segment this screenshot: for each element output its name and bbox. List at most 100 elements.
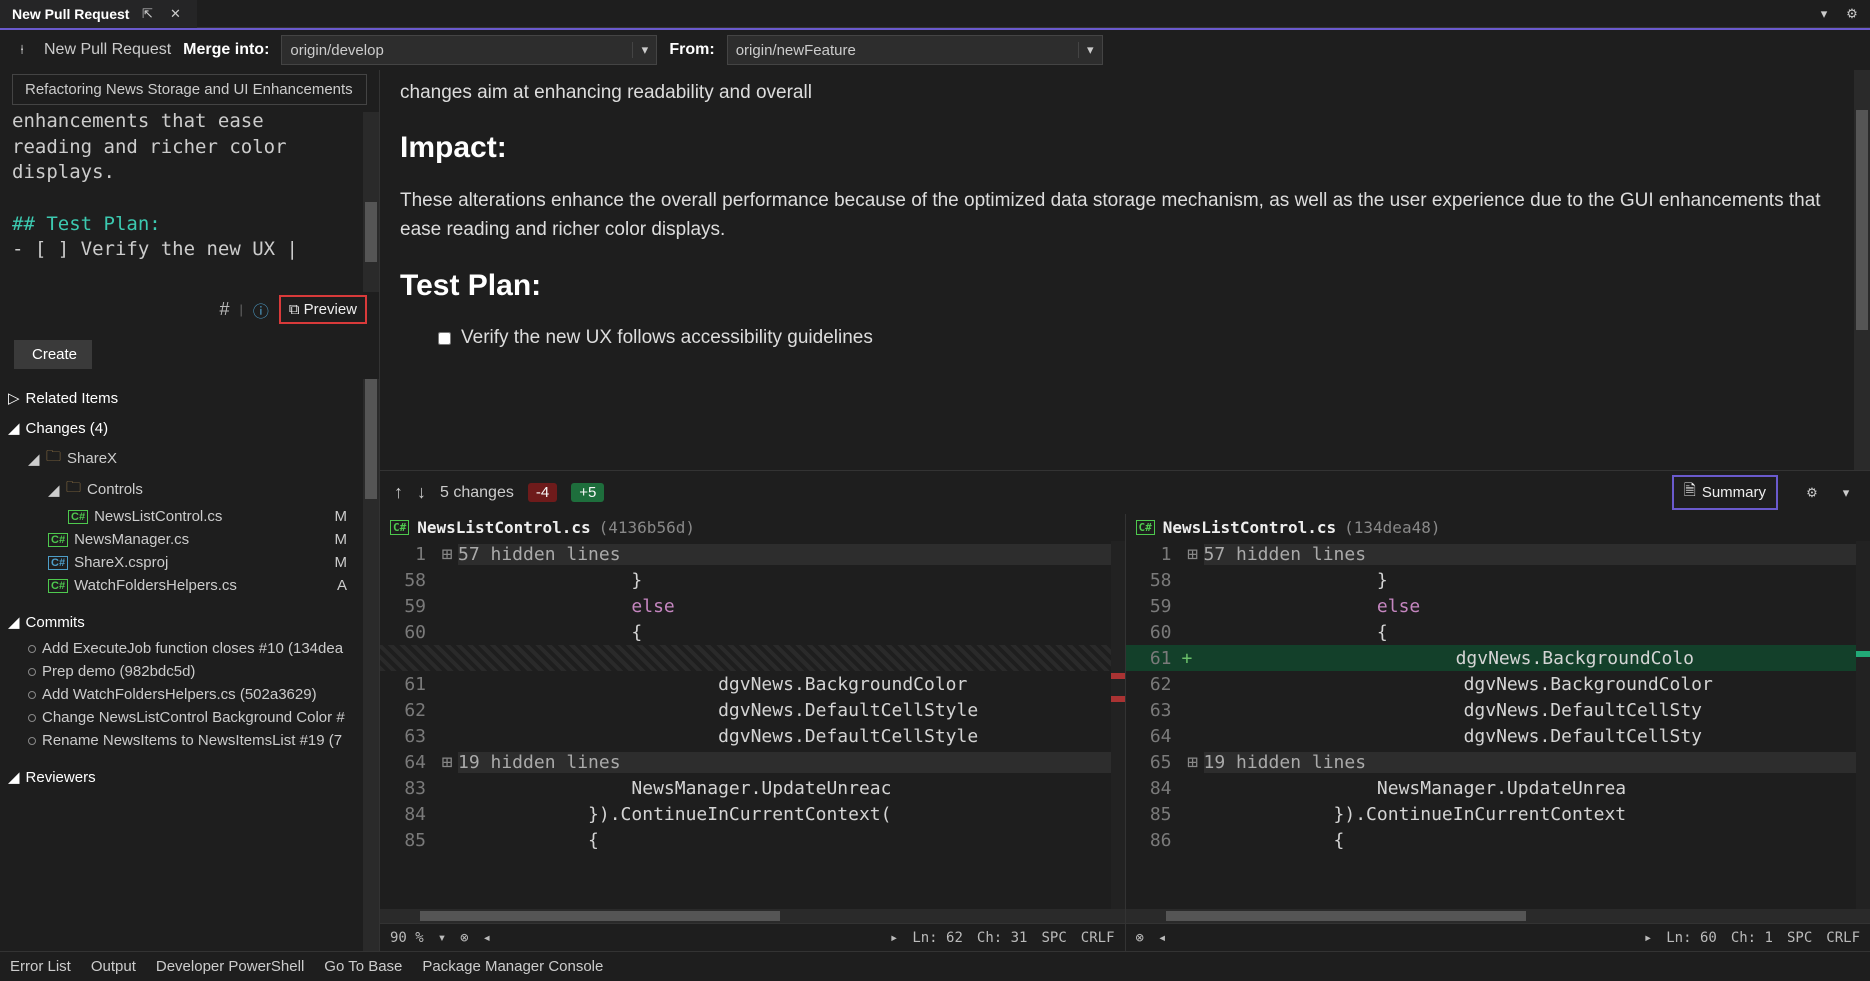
- scroll-right-icon[interactable]: ▸: [1644, 930, 1652, 946]
- folder-icon: 🗀: [66, 477, 81, 502]
- additions-badge: +5: [571, 483, 604, 502]
- git-icon: ⍿: [12, 40, 32, 60]
- diff-right-pane: C#NewsListControl.cs(134dea48) 1⊞57 hidd…: [1126, 514, 1870, 951]
- merge-into-label: Merge into:: [183, 41, 269, 59]
- from-label: From:: [669, 41, 714, 59]
- csproj-icon: C#: [48, 556, 68, 570]
- indent-mode[interactable]: SPC: [1787, 930, 1812, 946]
- preview-icon: ⧉: [289, 301, 300, 318]
- scrollbar[interactable]: [380, 909, 1125, 923]
- chevron-down-icon[interactable]: ▾: [438, 930, 446, 946]
- dropdown-icon[interactable]: ▾: [1814, 4, 1834, 24]
- chevron-down-icon[interactable]: ▾: [1078, 42, 1102, 58]
- folder-icon: 🗀: [46, 446, 61, 471]
- line-ending[interactable]: CRLF: [1081, 930, 1115, 946]
- testplan-heading: Test Plan:: [400, 263, 1850, 310]
- cursor-line: Ln: 62: [912, 930, 963, 946]
- code-editor[interactable]: 1⊞57 hidden lines 58 } 59 else 60 { 61+ …: [1126, 541, 1870, 909]
- merge-into-input[interactable]: [282, 42, 632, 59]
- info-icon[interactable]: ⓘ: [253, 298, 269, 322]
- scrollbar[interactable]: [363, 379, 379, 951]
- pr-description-editor[interactable]: enhancements that ease reading and riche…: [0, 109, 379, 289]
- cursor-line: Ln: 60: [1666, 930, 1717, 946]
- commit-dot-icon: [28, 645, 36, 653]
- tree-file[interactable]: C#NewsListControl.csM: [0, 505, 379, 528]
- tree-file[interactable]: C#ShareX.csprojM: [0, 551, 379, 574]
- commit-item[interactable]: Add ExecuteJob function closes #10 (134d…: [0, 637, 379, 660]
- csharp-icon: C#: [48, 533, 68, 547]
- commit-item[interactable]: Rename NewsItems to NewsItemsList #19 (7: [0, 729, 379, 752]
- bottom-tool-windows: Error List Output Developer PowerShell G…: [0, 951, 1870, 981]
- scroll-right-icon[interactable]: ▸: [890, 930, 898, 946]
- deletions-badge: -4: [528, 483, 557, 502]
- changes-count: 5 changes: [440, 484, 514, 502]
- impact-heading: Impact:: [400, 125, 1850, 172]
- scroll-left-icon[interactable]: ◂: [483, 930, 491, 946]
- testplan-checkbox[interactable]: [438, 332, 451, 345]
- commit-item[interactable]: Change NewsListControl Background Color …: [0, 706, 379, 729]
- next-change-button[interactable]: ↓: [417, 482, 426, 503]
- pr-toolbar: ⍿ New Pull Request Merge into: ▾ From: ▾: [0, 30, 1870, 70]
- merge-into-dropdown[interactable]: ▾: [281, 35, 657, 65]
- output-tab[interactable]: Output: [91, 958, 136, 975]
- toolbar-title: New Pull Request: [44, 41, 171, 59]
- tree-file[interactable]: C#WatchFoldersHelpers.csA: [0, 574, 379, 597]
- line-ending[interactable]: CRLF: [1826, 930, 1860, 946]
- csharp-icon: C#: [68, 510, 88, 524]
- scroll-left-icon[interactable]: ◂: [1158, 930, 1166, 946]
- commits-section[interactable]: ◢Commits: [0, 607, 379, 637]
- scrollbar[interactable]: [1854, 70, 1870, 470]
- package-manager-tab[interactable]: Package Manager Console: [422, 958, 603, 975]
- cursor-col: Ch: 1: [1731, 930, 1773, 946]
- zoom-level[interactable]: 90 %: [390, 930, 424, 946]
- document-tab[interactable]: New Pull Request ⇱ ✕: [0, 0, 197, 28]
- diff-gap: [380, 645, 1125, 671]
- pr-title-input[interactable]: [25, 81, 354, 98]
- tree-folder[interactable]: ◢🗀ShareX: [0, 443, 379, 474]
- indent-mode[interactable]: SPC: [1041, 930, 1066, 946]
- commit-item[interactable]: Prep demo (982bdc5d): [0, 660, 379, 683]
- minimap[interactable]: [1856, 541, 1870, 909]
- error-list-tab[interactable]: Error List: [10, 958, 71, 975]
- from-dropdown[interactable]: ▾: [727, 35, 1103, 65]
- close-icon[interactable]: ✕: [165, 4, 185, 24]
- pin-icon[interactable]: ⇱: [137, 4, 157, 24]
- code-editor[interactable]: 1⊞57 hidden lines 58 } 59 else 60 { 61 d…: [380, 541, 1125, 909]
- scrollbar[interactable]: [363, 112, 379, 292]
- prev-change-button[interactable]: ↑: [394, 482, 403, 503]
- tab-title: New Pull Request: [12, 6, 129, 22]
- cursor-col: Ch: 31: [977, 930, 1028, 946]
- minimap[interactable]: [1111, 541, 1125, 909]
- summary-icon: 🗎: [1684, 480, 1696, 505]
- reviewers-section[interactable]: ◢Reviewers: [0, 762, 379, 792]
- scrollbar[interactable]: [1126, 909, 1870, 923]
- tree-folder[interactable]: ◢🗀Controls: [0, 474, 379, 505]
- tree-file[interactable]: C#NewsManager.csM: [0, 528, 379, 551]
- changes-section[interactable]: ◢Changes (4): [0, 413, 379, 443]
- copilot-icon[interactable]: ⊗: [460, 930, 468, 946]
- commit-dot-icon: [28, 737, 36, 745]
- preview-button[interactable]: ⧉ Preview: [279, 295, 367, 324]
- diff-toolbar: ↑ ↓ 5 changes -4 +5 🗎Summary ⚙ ▾: [380, 470, 1870, 514]
- right-panel: changes aim at enhancing readability and…: [380, 70, 1870, 951]
- commit-dot-icon: [28, 714, 36, 722]
- chevron-down-icon[interactable]: ▾: [632, 42, 656, 58]
- gotobase-tab[interactable]: Go To Base: [324, 958, 402, 975]
- csharp-icon: C#: [390, 520, 409, 535]
- related-items-section[interactable]: ▷Related Items: [0, 383, 379, 413]
- tab-bar: New Pull Request ⇱ ✕ ▾ ⚙: [0, 0, 1870, 28]
- gear-icon[interactable]: ⚙: [1842, 4, 1862, 24]
- chevron-down-icon[interactable]: ▾: [1836, 483, 1856, 503]
- left-panel: enhancements that ease reading and riche…: [0, 70, 380, 951]
- commit-item[interactable]: Add WatchFoldersHelpers.cs (502a3629): [0, 683, 379, 706]
- copilot-icon[interactable]: ⊗: [1136, 930, 1144, 946]
- separator: |: [240, 302, 243, 317]
- from-input[interactable]: [728, 42, 1078, 59]
- hash-icon[interactable]: #: [220, 299, 230, 320]
- diff-left-pane: C#NewsListControl.cs(4136b56d) 1⊞57 hidd…: [380, 514, 1126, 951]
- powershell-tab[interactable]: Developer PowerShell: [156, 958, 304, 975]
- summary-button[interactable]: 🗎Summary: [1672, 475, 1778, 510]
- create-button[interactable]: Create: [14, 340, 92, 369]
- description-preview: changes aim at enhancing readability and…: [380, 70, 1870, 470]
- gear-icon[interactable]: ⚙: [1802, 483, 1822, 503]
